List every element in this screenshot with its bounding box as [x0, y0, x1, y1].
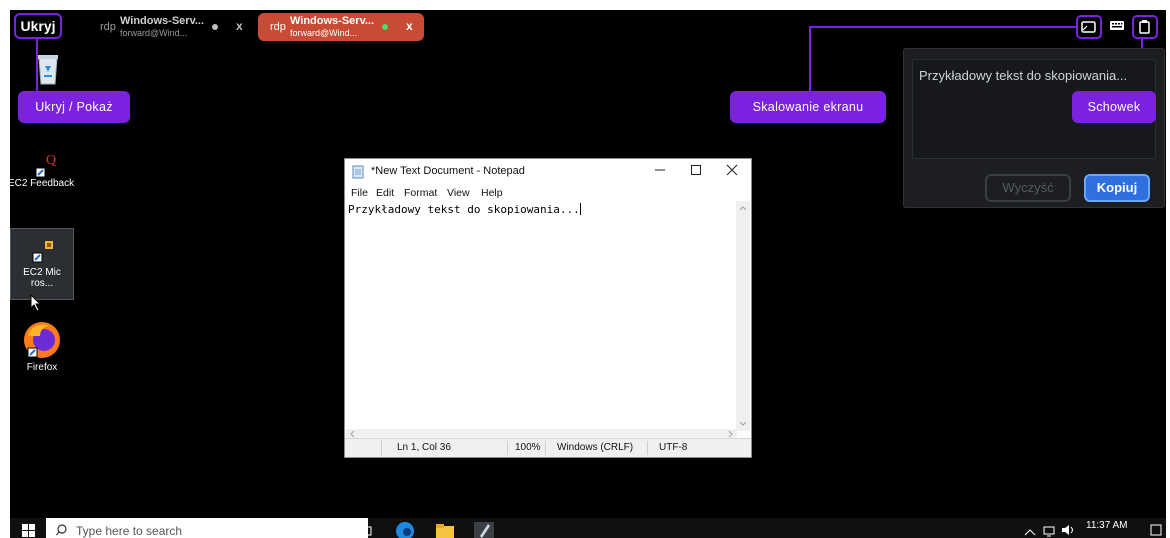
close-tab-button[interactable]: x — [236, 19, 243, 33]
tooltip-connector — [809, 26, 1077, 28]
tooltip-hide-show: Ukryj / Pokaż — [18, 91, 130, 123]
taskbar-clock[interactable]: 11:37 AM — [1086, 520, 1128, 531]
status-line-endings: Windows (CRLF) — [557, 442, 634, 453]
scroll-left-icon — [350, 431, 355, 437]
desktop-icon-label: EC2 Micros... — [23, 267, 61, 289]
notifications-icon[interactable] — [1150, 524, 1162, 536]
tooltip-connector — [809, 26, 811, 91]
clipboard-panel: Przykładowy tekst do skopiowania... Wycz… — [903, 48, 1165, 208]
menu-help[interactable]: Help — [481, 187, 503, 199]
ec2-microsoft-icon — [32, 241, 53, 263]
close-button[interactable] — [715, 161, 749, 183]
notepad-content: Przykładowy tekst do skopiowania... — [348, 203, 580, 216]
minimize-icon — [655, 169, 665, 171]
tab-protocol: rdp — [100, 21, 116, 33]
keyboard-icon — [1110, 21, 1124, 30]
status-separator — [545, 441, 546, 455]
file-explorer-icon[interactable] — [434, 522, 456, 538]
minimize-button[interactable] — [643, 161, 677, 183]
screen-scaling-icon — [1081, 21, 1096, 33]
taskbar-search-box[interactable]: Type here to search — [46, 518, 368, 538]
tab-protocol: rdp — [270, 21, 286, 33]
session-tab-2-active[interactable]: rdp Windows-Serv... forward@Wind... x — [258, 13, 424, 41]
chevron-up-icon[interactable] — [1024, 528, 1036, 536]
status-zoom: 100% — [515, 442, 541, 453]
session-tab-1[interactable]: rdp Windows-Serv... forward@Wind... x — [88, 13, 253, 41]
desktop-icon-label: EC2 Feedback — [10, 178, 75, 189]
notepad-taskbar-icon[interactable] — [472, 520, 496, 538]
menu-format[interactable]: Format — [404, 187, 437, 199]
volume-icon[interactable] — [1060, 523, 1076, 537]
desktop-icon-ec2-feedback[interactable]: Q EC2 Feedback — [10, 150, 76, 189]
tab-subtitle: forward@Wind... — [290, 28, 358, 38]
tooltip-screen-scaling: Skalowanie ekranu — [730, 91, 886, 123]
text-cursor — [579, 203, 581, 215]
tooltip-clipboard: Schowek — [1072, 91, 1156, 123]
desktop-icon-ec2-micros[interactable]: EC2 Micros... — [10, 228, 74, 300]
desktop-icon-firefox[interactable]: Firefox — [10, 318, 74, 373]
menu-edit[interactable]: Edit — [376, 187, 394, 199]
tab-title: Windows-Serv... — [120, 15, 205, 27]
edge-browser-icon[interactable] — [394, 520, 416, 538]
firefox-icon — [24, 322, 60, 358]
maximize-button[interactable] — [679, 161, 713, 183]
windows-start-icon[interactable] — [22, 524, 36, 538]
status-encoding: UTF-8 — [659, 442, 688, 453]
notepad-titlebar: *New Text Document - Notepad — [345, 159, 751, 185]
status-separator — [381, 441, 382, 455]
desktop-icon-label: Firefox — [26, 362, 58, 373]
keyboard-button[interactable] — [1106, 15, 1132, 39]
status-dot-icon — [212, 24, 218, 30]
notepad-text-area[interactable]: Przykładowy tekst do skopiowania... — [346, 201, 737, 431]
menu-file[interactable]: File — [351, 187, 368, 199]
hide-button[interactable]: Ukryj — [14, 13, 62, 39]
ec2-feedback-icon: Q — [35, 153, 56, 178]
notepad-menubar: File Edit Format View Help — [345, 185, 751, 201]
scroll-down-icon — [739, 421, 747, 426]
network-icon[interactable] — [1042, 524, 1056, 538]
scroll-right-icon — [728, 431, 733, 437]
windows-taskbar: Type here to search 11:37 AM — [10, 518, 1166, 538]
task-view-icon[interactable] — [358, 524, 372, 538]
recycle-bin-icon — [38, 55, 58, 85]
remote-desktop-frame: Ukryj rdp Windows-Serv... forward@Wind..… — [10, 10, 1166, 538]
tab-subtitle: forward@Wind... — [120, 28, 188, 38]
svg-text:Q: Q — [46, 153, 56, 168]
clipboard-icon — [1139, 20, 1150, 34]
status-separator — [647, 441, 648, 455]
mouse-cursor-icon — [30, 294, 42, 312]
maximize-icon — [691, 165, 701, 175]
copy-button[interactable]: Kopiuj — [1084, 174, 1150, 202]
menu-view[interactable]: View — [447, 187, 470, 199]
vertical-scrollbar[interactable] — [736, 201, 750, 431]
window-title: *New Text Document - Notepad — [371, 165, 525, 177]
status-dot-icon — [382, 24, 388, 30]
status-separator — [507, 441, 508, 455]
status-cursor-position: Ln 1, Col 36 — [397, 442, 451, 453]
tab-title: Windows-Serv... — [290, 15, 375, 27]
search-placeholder: Type here to search — [76, 524, 183, 538]
notepad-icon — [352, 165, 364, 179]
close-tab-button[interactable]: x — [406, 19, 413, 33]
close-icon — [726, 164, 738, 176]
notepad-statusbar: Ln 1, Col 36 100% Windows (CRLF) UTF-8 — [345, 438, 751, 457]
recycle-bin-desktop-icon[interactable] — [16, 50, 80, 89]
screen-scaling-button[interactable] — [1076, 15, 1102, 39]
clipboard-button[interactable] — [1132, 15, 1158, 39]
clear-button[interactable]: Wyczyść — [985, 174, 1071, 202]
notepad-window: *New Text Document - Notepad File Edit F… — [344, 158, 752, 458]
scroll-up-icon — [739, 206, 747, 211]
search-icon — [56, 524, 67, 536]
